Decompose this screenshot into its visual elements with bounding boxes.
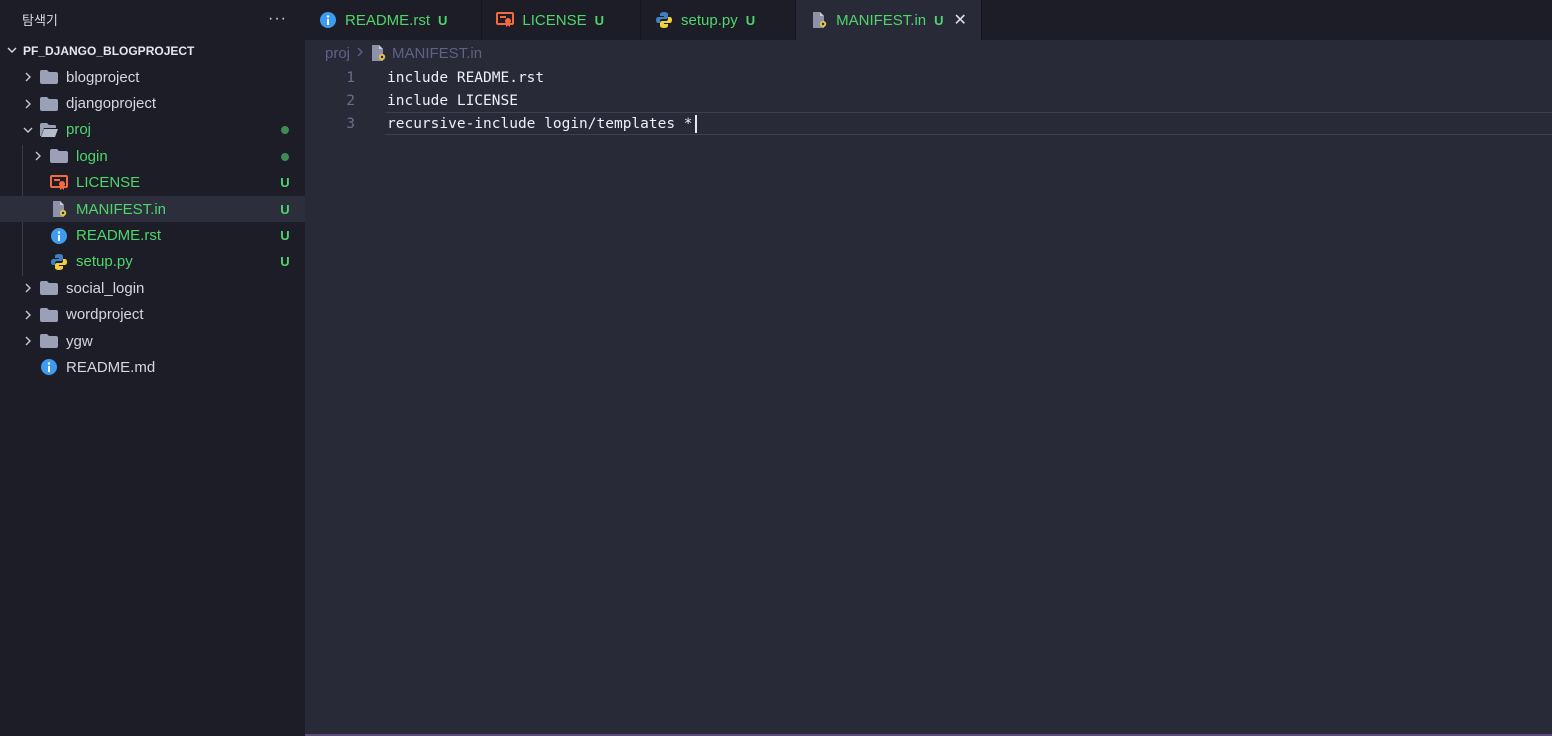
explorer-header: 탐색기 ···	[0, 0, 305, 38]
tree-item-login[interactable]: login	[0, 143, 305, 169]
chevron-down-icon	[20, 124, 36, 136]
untracked-badge: U	[934, 12, 944, 28]
tree-item-setup-py[interactable]: setup.py U	[0, 249, 305, 275]
line-text[interactable]: include LICENSE	[387, 93, 518, 109]
untracked-badge: U	[280, 175, 290, 191]
code-line-current[interactable]: 3 recursive-include login/templates *	[305, 112, 1552, 135]
untracked-badge: U	[438, 12, 448, 28]
tree-item-social-login[interactable]: social_login	[0, 275, 305, 301]
untracked-badge: U	[280, 201, 290, 217]
folder-icon	[40, 333, 58, 349]
line-number: 1	[346, 69, 355, 86]
chevron-right-icon	[356, 46, 364, 61]
chevron-right-icon	[20, 309, 36, 321]
tree-item-wordproject[interactable]: wordproject	[0, 302, 305, 328]
tree-item-proj[interactable]: proj	[0, 117, 305, 143]
folder-icon	[40, 280, 58, 296]
license-icon	[50, 174, 68, 191]
explorer-title: 탐색기	[22, 12, 58, 28]
editor-area: README.rst U LICENSE U setup.py U MANIFE…	[305, 0, 1552, 736]
tree-item-readme-rst[interactable]: README.rst U	[0, 222, 305, 248]
tree-item-ygw[interactable]: ygw	[0, 328, 305, 354]
line-text[interactable]: recursive-include login/templates *	[387, 116, 693, 132]
breadcrumb: proj MANIFEST.in	[305, 40, 1552, 66]
untracked-badge: U	[594, 12, 604, 28]
text-cursor	[694, 114, 697, 133]
breadcrumb-folder[interactable]: proj	[325, 45, 350, 62]
tab-setup-py[interactable]: setup.py U	[641, 0, 797, 40]
untracked-badge: U	[745, 12, 756, 28]
line-number: 2	[346, 92, 355, 109]
folder-icon	[50, 148, 68, 164]
tree-item-readme-md[interactable]: README.md	[0, 354, 305, 380]
python-icon	[655, 11, 673, 29]
tab-label: MANIFEST.in	[836, 11, 927, 29]
tree-item-manifest[interactable]: MANIFEST.in U	[0, 195, 305, 223]
folder-icon	[40, 69, 58, 85]
more-actions-button[interactable]: ···	[268, 10, 287, 28]
code-line[interactable]: 2 include LICENSE	[305, 89, 1552, 112]
folder-icon	[40, 96, 58, 112]
tab-label: setup.py	[681, 11, 738, 29]
close-icon[interactable]: ✕	[954, 10, 967, 30]
untracked-badge: U	[280, 228, 290, 244]
line-number: 3	[346, 115, 355, 132]
tree-item-license[interactable]: LICENSE U	[0, 170, 305, 196]
untracked-badge: U	[280, 254, 290, 270]
chevron-right-icon	[30, 150, 46, 162]
workspace-name: PF_DJANGO_BLOGPROJECT	[23, 44, 195, 58]
breadcrumb-file[interactable]: MANIFEST.in	[392, 45, 482, 62]
tab-label: README.rst	[345, 11, 431, 29]
file-settings-icon	[370, 45, 386, 61]
python-icon	[50, 253, 68, 270]
folder-open-icon	[40, 122, 58, 138]
tab-manifest-in[interactable]: MANIFEST.in U ✕	[796, 0, 982, 40]
tab-readme-rst[interactable]: README.rst U	[305, 0, 483, 40]
code-line[interactable]: 1 include README.rst	[305, 66, 1552, 89]
info-icon	[40, 359, 58, 376]
info-icon	[50, 227, 68, 244]
modified-dot	[265, 122, 305, 137]
tree-item-blogproject[interactable]: blogproject	[0, 64, 305, 90]
explorer-sidebar: 탐색기 ··· PF_DJANGO_BLOGPROJECT blogprojec…	[0, 0, 305, 736]
code-editor[interactable]: 1 include README.rst 2 include LICENSE 3…	[305, 66, 1552, 135]
file-settings-icon	[50, 201, 68, 218]
file-settings-icon	[810, 11, 828, 29]
info-icon	[319, 11, 337, 29]
chevron-right-icon	[20, 282, 36, 294]
workspace-section-header[interactable]: PF_DJANGO_BLOGPROJECT	[0, 38, 305, 64]
line-text[interactable]: include README.rst	[387, 70, 544, 86]
license-icon	[496, 11, 515, 29]
folder-icon	[40, 307, 58, 323]
tab-bar: README.rst U LICENSE U setup.py U MANIFE…	[305, 0, 1552, 40]
tab-label: LICENSE	[522, 11, 587, 29]
chevron-right-icon	[20, 98, 36, 110]
chevron-right-icon	[20, 71, 36, 83]
tree-item-djangoproject[interactable]: djangoproject	[0, 90, 305, 116]
modified-dot	[265, 149, 305, 164]
tab-license[interactable]: LICENSE U	[482, 0, 641, 40]
chevron-right-icon	[20, 335, 36, 347]
chevron-down-icon	[6, 44, 20, 59]
